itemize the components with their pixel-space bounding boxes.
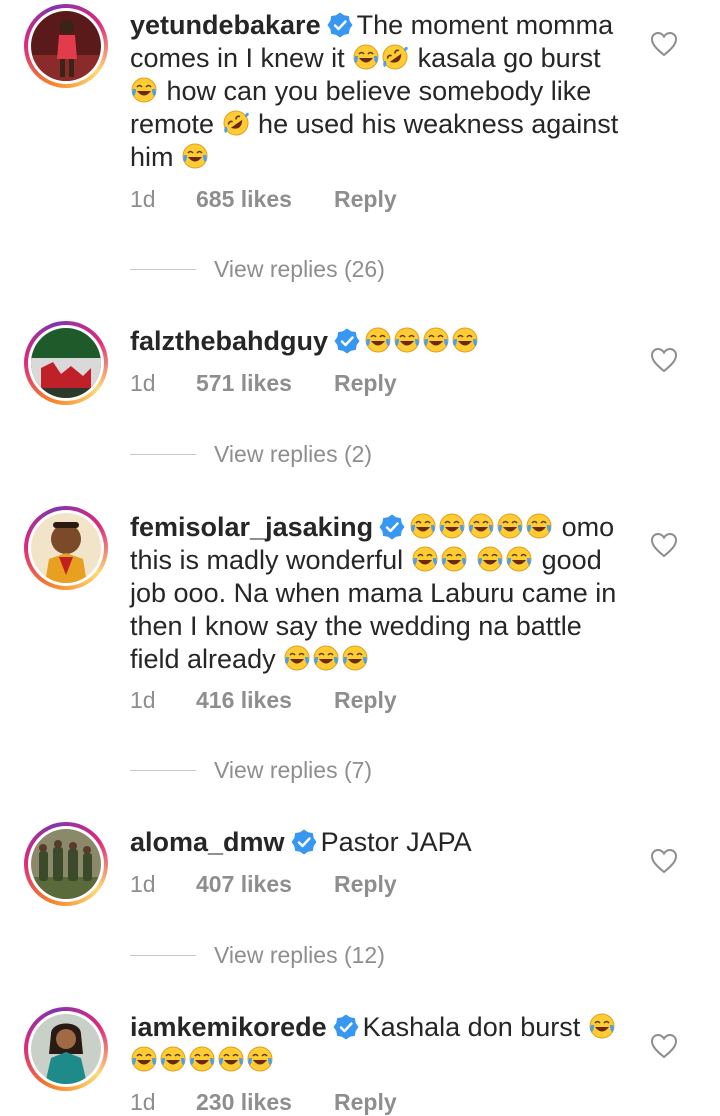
comment-meta: 1d 230 likes Reply xyxy=(130,1089,397,1116)
face-with-tears-of-joy-emoji-icon xyxy=(477,546,503,572)
divider xyxy=(130,955,196,956)
face-with-tears-of-joy-emoji-icon xyxy=(131,77,157,103)
comment-age: 1d xyxy=(130,871,156,897)
likes-count[interactable]: 407 likes xyxy=(196,871,334,898)
view-replies-label: View replies (26) xyxy=(214,256,385,282)
comment-meta: 1d 407 likes Reply xyxy=(130,871,397,898)
heart-outline-icon[interactable] xyxy=(650,848,678,874)
reply-button[interactable]: Reply xyxy=(334,687,397,714)
comment-age: 1d xyxy=(130,370,156,396)
divider xyxy=(130,454,196,455)
reply-button[interactable]: Reply xyxy=(334,186,397,213)
face-with-tears-of-joy-emoji-icon xyxy=(412,546,438,572)
face-with-tears-of-joy-emoji-icon xyxy=(410,513,436,539)
view-replies-button[interactable]: View replies (2) xyxy=(130,441,372,468)
avatar[interactable] xyxy=(24,1007,108,1091)
view-replies-label: View replies (12) xyxy=(214,942,385,968)
heart-outline-icon[interactable] xyxy=(650,1033,678,1059)
username-link[interactable]: falzthebahdguy xyxy=(130,326,328,356)
verified-badge-icon xyxy=(333,1014,359,1040)
face-with-tears-of-joy-emoji-icon xyxy=(284,645,310,671)
avatar-image xyxy=(31,1014,101,1084)
view-replies-label: View replies (2) xyxy=(214,441,373,467)
face-with-tears-of-joy-emoji-icon xyxy=(189,1046,215,1072)
face-with-tears-of-joy-emoji-icon xyxy=(160,1046,186,1072)
username-link[interactable]: aloma_dmw xyxy=(130,827,285,857)
comment-text: femisolar_jasaking omo this is madly won… xyxy=(130,511,630,676)
comment-meta: 1d 571 likes Reply xyxy=(130,370,397,397)
face-with-tears-of-joy-emoji-icon xyxy=(365,327,391,353)
likes-count[interactable]: 685 likes xyxy=(196,186,334,213)
comment-meta: 1d 416 likes Reply xyxy=(130,687,397,714)
face-with-tears-of-joy-emoji-icon xyxy=(131,1046,157,1072)
view-replies-button[interactable]: View replies (26) xyxy=(130,256,385,283)
username-link[interactable]: iamkemikorede xyxy=(130,1012,327,1042)
username-link[interactable]: yetundebakare xyxy=(130,10,321,40)
likes-count[interactable]: 571 likes xyxy=(196,370,334,397)
comment-text: iamkemikorede Kashala don burst xyxy=(130,1011,630,1077)
comment-body-text: Kashala don burst xyxy=(362,1012,588,1042)
avatar-image xyxy=(31,11,101,81)
comment-body-text xyxy=(469,545,477,575)
comment-text: aloma_dmw Pastor JAPA xyxy=(130,826,630,859)
comment-meta: 1d 685 likes Reply xyxy=(130,186,397,213)
view-replies-button[interactable]: View replies (12) xyxy=(130,942,385,969)
face-with-tears-of-joy-emoji-icon xyxy=(526,513,552,539)
face-with-tears-of-joy-emoji-icon xyxy=(218,1046,244,1072)
face-with-tears-of-joy-emoji-icon xyxy=(506,546,532,572)
avatar[interactable] xyxy=(24,4,108,88)
heart-outline-icon[interactable] xyxy=(650,532,678,558)
likes-count[interactable]: 230 likes xyxy=(196,1089,334,1116)
comment-age: 1d xyxy=(130,687,156,713)
face-with-tears-of-joy-emoji-icon xyxy=(247,1046,273,1072)
avatar-image xyxy=(31,829,101,899)
avatar-image xyxy=(31,328,101,398)
face-with-tears-of-joy-emoji-icon xyxy=(182,143,208,169)
face-with-tears-of-joy-emoji-icon xyxy=(441,546,467,572)
comment-age: 1d xyxy=(130,186,156,212)
avatar-image xyxy=(31,513,101,583)
avatar[interactable] xyxy=(24,822,108,906)
verified-badge-icon xyxy=(379,514,405,540)
avatar[interactable] xyxy=(24,506,108,590)
face-with-tears-of-joy-emoji-icon xyxy=(342,645,368,671)
comment-body-text: kasala go burst xyxy=(410,43,601,73)
reply-button[interactable]: Reply xyxy=(334,871,397,898)
avatar[interactable] xyxy=(24,321,108,405)
comment-body-text: Pastor JAPA xyxy=(320,827,472,857)
divider xyxy=(130,770,196,771)
likes-count[interactable]: 416 likes xyxy=(196,687,334,714)
heart-outline-icon[interactable] xyxy=(650,31,678,57)
face-with-tears-of-joy-emoji-icon xyxy=(313,645,339,671)
face-with-tears-of-joy-emoji-icon xyxy=(439,513,465,539)
comment-text: yetundebakare The moment momma comes in I… xyxy=(130,9,630,174)
face-with-tears-of-joy-emoji-icon xyxy=(353,44,379,70)
comment-text: falzthebahdguy xyxy=(130,325,630,358)
face-with-tears-of-joy-emoji-icon xyxy=(468,513,494,539)
reply-button[interactable]: Reply xyxy=(334,370,397,397)
view-replies-button[interactable]: View replies (7) xyxy=(130,757,372,784)
verified-badge-icon xyxy=(334,328,360,354)
verified-badge-icon xyxy=(327,12,353,38)
verified-badge-icon xyxy=(291,829,317,855)
rolling-on-floor-laughing-emoji-icon xyxy=(382,44,409,70)
comment-age: 1d xyxy=(130,1089,156,1115)
view-replies-label: View replies (7) xyxy=(214,757,373,783)
divider xyxy=(130,269,196,270)
reply-button[interactable]: Reply xyxy=(334,1089,397,1116)
face-with-tears-of-joy-emoji-icon xyxy=(423,327,449,353)
face-with-tears-of-joy-emoji-icon xyxy=(452,327,478,353)
face-with-tears-of-joy-emoji-icon xyxy=(497,513,523,539)
rolling-on-floor-laughing-emoji-icon xyxy=(223,110,249,136)
username-link[interactable]: femisolar_jasaking xyxy=(130,512,373,542)
face-with-tears-of-joy-emoji-icon xyxy=(394,327,420,353)
heart-outline-icon[interactable] xyxy=(650,347,678,373)
face-with-tears-of-joy-emoji-icon xyxy=(589,1013,615,1039)
